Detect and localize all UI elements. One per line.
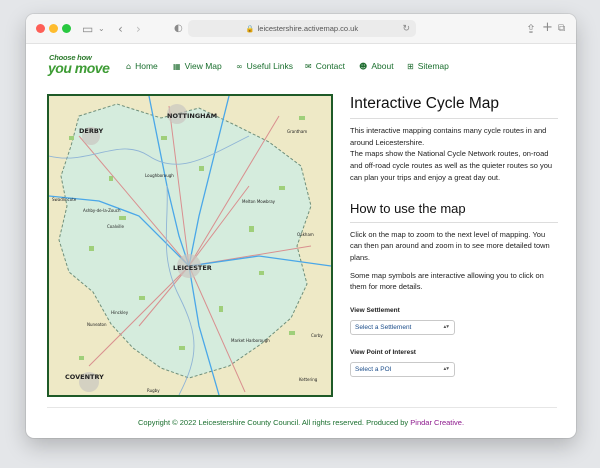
settlement-select[interactable]: Select a Settlement ▴▾ [350, 320, 455, 336]
nav-contact[interactable]: ✉ Contact [305, 61, 345, 71]
nav-view-map[interactable]: ▦ View Map [173, 61, 222, 71]
poi-select-value: Select a POI [355, 366, 392, 374]
producer-link[interactable]: Pindar Creative. [410, 418, 464, 427]
howto-heading: How to use the map [350, 200, 466, 216]
map-label-swadlincote: Swadlincote [52, 197, 77, 202]
nav-sitemap[interactable]: ⊞ Sitemap [407, 61, 449, 71]
nav-useful-links[interactable]: ∞ Useful Links [236, 61, 293, 71]
sitemap-icon: ⊞ [407, 61, 414, 71]
map-label-nottingham: NOTTINGHAM [167, 112, 217, 120]
map-label-derby: DERBY [79, 127, 103, 135]
map-label-rugby: Rugby [147, 388, 160, 393]
url-text: leicestershire.activemap.co.uk [257, 24, 359, 33]
map-label-melton-mowbray: Melton Mowbray [242, 199, 276, 204]
privacy-shield-icon[interactable]: ◐ [174, 21, 183, 37]
poi-label: View Point of Interest [350, 349, 416, 357]
chevron-down-icon[interactable]: ⌄ [98, 21, 105, 37]
footer-divider [47, 407, 557, 408]
back-arrow-icon[interactable]: ‹ [118, 21, 123, 37]
map-info-panel: Interactive Cycle Map This interactive m… [350, 94, 558, 378]
address-bar[interactable]: 🔒 leicestershire.activemap.co.uk ↻ [188, 20, 416, 37]
map-canvas[interactable]: NOTTINGHAM DERBY LEICESTER COVENTRY Loug… [49, 96, 331, 395]
intro-paragraph-2: The maps show the National Cycle Network… [350, 149, 553, 182]
share-icon[interactable]: ⇪ [526, 21, 536, 37]
nav-home-label: Home [135, 61, 158, 71]
map-label-oakham: Oakham [297, 232, 314, 237]
map-label-grantham: Grantham [287, 129, 307, 134]
map-label-loughborough: Loughborough [145, 173, 174, 178]
envelope-icon: ✉ [305, 61, 312, 71]
tab-overview-icon[interactable]: ⧉ [558, 21, 565, 37]
map-label-nuneaton: Nuneaton [87, 322, 107, 327]
minimize-window-button[interactable] [49, 24, 58, 33]
nav-about[interactable]: ☻ About [359, 61, 394, 71]
logo-main-text: you move [48, 60, 110, 76]
howto-divider [350, 221, 558, 223]
browser-titlebar: ▭ ⌄ ‹ › ◐ 🔒 leicestershire.activemap.co.u… [26, 14, 576, 44]
map-label-leicester: LEICESTER [173, 264, 212, 272]
new-tab-icon[interactable]: + [542, 20, 553, 36]
users-icon: ☻ [359, 61, 368, 71]
nav-home[interactable]: ⌂ Home [126, 61, 158, 71]
howto-paragraph-1: Click on the map to zoom to the next lev… [350, 229, 550, 262]
map-label-market-harborough: Market Harborough [231, 338, 270, 343]
title-divider [350, 118, 558, 119]
intro-paragraph-1: This interactive mapping contains many c… [350, 126, 547, 147]
sidebar-toggle-icon[interactable]: ▭ [82, 21, 93, 37]
site-navbar: Choose how you move ⌂ Home ▦ View Map ∞ Use… [26, 45, 576, 85]
site-footer: Copyright © 2022 Leicestershire County C… [26, 418, 576, 427]
cycle-map[interactable]: NOTTINGHAM DERBY LEICESTER COVENTRY Loug… [47, 94, 333, 397]
chevron-updown-icon: ▴▾ [443, 366, 449, 373]
forward-arrow-icon[interactable]: › [136, 21, 141, 37]
nav-contact-label: Contact [315, 61, 345, 71]
reload-icon[interactable]: ↻ [402, 20, 410, 37]
lock-icon: 🔒 [245, 26, 255, 33]
close-window-button[interactable] [36, 24, 45, 33]
map-label-hinckley: Hinckley [111, 310, 129, 315]
page-title: Interactive Cycle Map [350, 95, 500, 112]
nav-view-map-label: View Map [184, 61, 222, 71]
map-label-corby: Corby [311, 333, 323, 338]
map-label-coalville: Coalville [107, 224, 125, 229]
howto-paragraph-2: Some map symbols are interactive allowin… [350, 270, 544, 292]
site-logo[interactable]: Choose how you move [46, 53, 110, 79]
settlement-label: View Settlement [350, 307, 400, 315]
map-label-ashby: Ashby-de-la-Zouch [83, 208, 121, 213]
map-label-kettering: Kettering [299, 377, 318, 382]
nav-useful-links-label: Useful Links [246, 61, 293, 71]
map-icon: ▦ [173, 61, 181, 71]
settlement-select-value: Select a Settlement [355, 324, 412, 332]
map-label-coventry: COVENTRY [65, 373, 104, 381]
poi-select[interactable]: Select a POI ▴▾ [350, 362, 455, 378]
nav-sitemap-label: Sitemap [417, 61, 449, 71]
chevron-updown-icon: ▴▾ [443, 324, 449, 331]
browser-window: ▭ ⌄ ‹ › ◐ 🔒 leicestershire.activemap.co.u… [26, 14, 576, 438]
footer-copyright: Copyright © 2022 Leicestershire County C… [137, 418, 409, 427]
link-icon: ∞ [236, 61, 243, 71]
nav-about-label: About [371, 61, 394, 71]
home-icon: ⌂ [126, 61, 132, 71]
zoom-window-button[interactable] [62, 24, 71, 33]
